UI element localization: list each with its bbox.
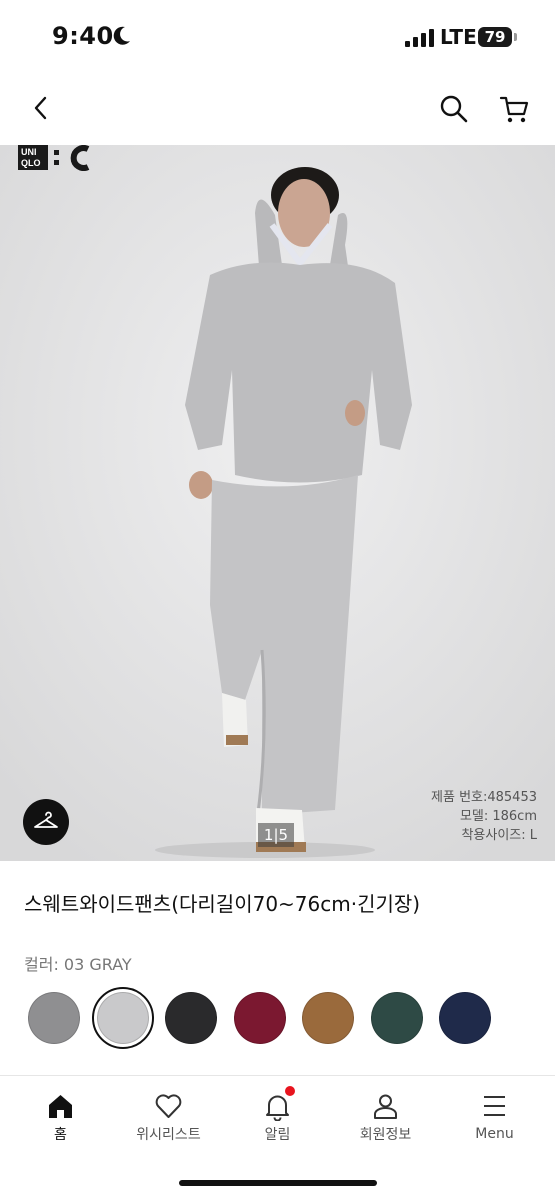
- network-type: LTE: [440, 25, 477, 49]
- signal-icon: [405, 29, 434, 47]
- tab-account-label: 회원정보: [359, 1127, 412, 1143]
- outfit-button[interactable]: [23, 799, 69, 845]
- tab-menu-label: Menu: [475, 1126, 514, 1142]
- color-swatch[interactable]: [302, 992, 354, 1044]
- color-swatch[interactable]: [371, 992, 423, 1044]
- moon-icon: [113, 26, 130, 45]
- heart-icon: [155, 1094, 182, 1118]
- battery-tip: [514, 33, 517, 41]
- model-photo: [0, 145, 555, 861]
- notification-badge: [285, 1086, 295, 1096]
- user-icon: [374, 1094, 397, 1119]
- svg-text:UNI: UNI: [21, 147, 37, 157]
- gallery-pager: 1|5: [258, 823, 294, 847]
- tab-wishlist[interactable]: 위시리스트: [113, 1076, 224, 1156]
- home-icon: [49, 1095, 72, 1118]
- bell-icon: [266, 1095, 289, 1121]
- product-image[interactable]: UNI QLO 1|5 제품 번호:485453 모델: 186cm 착용사이즈…: [0, 145, 555, 861]
- tab-menu[interactable]: Menu: [439, 1076, 550, 1156]
- hanger-icon: [34, 811, 58, 828]
- tab-account[interactable]: 회원정보: [330, 1076, 441, 1156]
- size-worn: 착용사이즈: L: [461, 828, 537, 843]
- product-number: 제품 번호:485453: [431, 790, 537, 805]
- status-bar: 9:40 LTE 79: [0, 0, 555, 75]
- color-label: 컬러: 03 GRAY: [24, 955, 132, 974]
- tab-notifications-label: 알림: [264, 1127, 291, 1143]
- tab-home[interactable]: 홈: [5, 1076, 116, 1156]
- tab-wishlist-label: 위시리스트: [136, 1127, 201, 1143]
- product-title: 스웨트와이드팬츠(다리길이70~76cm·긴기장): [24, 892, 421, 916]
- product-meta: 제품 번호:485453 모델: 186cm 착용사이즈: L: [431, 788, 537, 845]
- cart-icon[interactable]: [497, 92, 531, 126]
- uniqlo-c-logo: UNI QLO: [18, 145, 96, 175]
- home-indicator: [179, 1180, 377, 1186]
- model-height: 모델: 186cm: [459, 809, 537, 824]
- status-time: 9:40: [52, 22, 114, 50]
- search-icon[interactable]: [438, 93, 470, 125]
- color-swatch[interactable]: [97, 992, 149, 1044]
- menu-icon: [484, 1096, 505, 1116]
- back-chevron-icon[interactable]: [28, 93, 58, 123]
- color-swatch[interactable]: [439, 992, 491, 1044]
- tab-notifications[interactable]: 알림: [222, 1076, 333, 1156]
- color-swatch[interactable]: [165, 992, 217, 1044]
- color-swatch[interactable]: [234, 992, 286, 1044]
- tab-home-label: 홈: [54, 1127, 67, 1143]
- top-nav: [0, 75, 555, 145]
- battery-level: 79: [478, 27, 512, 47]
- svg-text:QLO: QLO: [21, 158, 41, 168]
- color-swatch[interactable]: [28, 992, 80, 1044]
- color-swatches: [28, 987, 548, 1049]
